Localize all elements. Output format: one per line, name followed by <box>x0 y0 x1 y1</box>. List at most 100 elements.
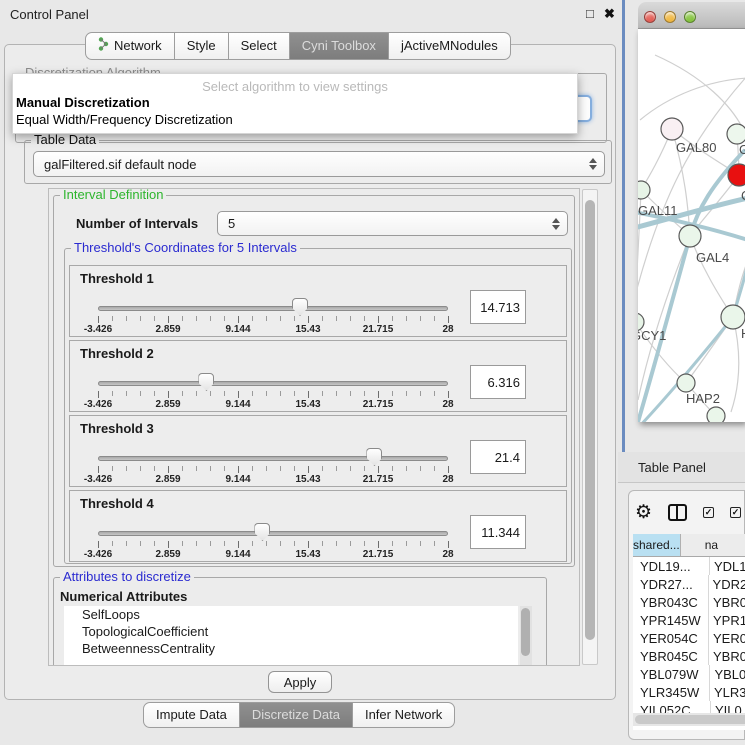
tab-label: jActiveMNodules <box>401 38 498 53</box>
threshold-slider-thumb[interactable] <box>292 298 308 316</box>
threshold-slider-track[interactable] <box>98 531 448 536</box>
network-node[interactable] <box>727 124 745 144</box>
apply-button[interactable]: Apply <box>268 671 332 693</box>
tab-label: Style <box>187 38 216 53</box>
table-column-header[interactable]: shared... <box>633 534 681 556</box>
slider-tick <box>238 466 239 473</box>
attributes-scrollbar[interactable] <box>520 606 532 666</box>
slider-tick <box>378 316 379 323</box>
thresholds-group-label: Threshold's Coordinates for 5 Intervals <box>71 240 300 255</box>
tab-network[interactable]: Network <box>85 32 175 60</box>
network-icon <box>98 37 109 54</box>
attribute-list-item[interactable]: BetweennessCentrality <box>64 640 518 657</box>
threshold-slider-track[interactable] <box>98 306 448 311</box>
tab-style[interactable]: Style <box>175 32 229 60</box>
slider-tick <box>196 466 197 471</box>
table-column-header[interactable]: na <box>681 534 745 556</box>
threshold-slider-thumb[interactable] <box>254 523 270 541</box>
table-row[interactable]: YPR145WYPR1 <box>633 611 745 629</box>
attribute-list-item[interactable]: TopologicalCoefficient <box>64 623 518 640</box>
slider-tick <box>378 541 379 548</box>
tab-cyni-toolbox[interactable]: Cyni Toolbox <box>290 32 389 60</box>
slider-tick <box>308 316 309 323</box>
threshold-box: Threshold 3-3.4262.8599.14415.4321.71528… <box>69 415 567 487</box>
table-row[interactable]: YLR345WYLR3 <box>633 683 745 701</box>
tab-infer-network[interactable]: Infer Network <box>353 702 455 728</box>
slider-tick <box>98 391 99 398</box>
threshold-slider-track[interactable] <box>98 456 448 461</box>
algorithm-option[interactable]: Equal Width/Frequency Discretization <box>13 111 577 128</box>
slider-tick <box>196 541 197 546</box>
table-row[interactable]: YDR27...YDR2 <box>633 575 745 593</box>
window-title: Control Panel <box>10 7 89 22</box>
tab-label: Impute Data <box>156 707 227 722</box>
table-panel: ⚙ ✓ ✓ shared...na YDL19...YDL1YDR27...YD… <box>628 490 745 740</box>
algorithm-options: Manual DiscretizationEqual Width/Frequen… <box>13 94 577 128</box>
thresholds-group: Threshold's Coordinates for 5 Intervals … <box>64 248 572 564</box>
float-icon[interactable]: □ <box>586 6 594 21</box>
network-node[interactable] <box>679 225 701 247</box>
slider-tick-label: 21.715 <box>363 474 394 485</box>
algorithm-option[interactable]: Manual Discretization <box>13 94 577 111</box>
slider-tick <box>392 541 393 546</box>
numerical-attributes-list[interactable]: SelfLoopsTopologicalCoefficientBetweenne… <box>64 606 518 666</box>
threshold-value-field[interactable]: 21.4 <box>470 440 526 474</box>
node-table: shared...na YDL19...YDL1YDR27...YDR2YBR0… <box>633 534 745 730</box>
number-of-intervals-combobox[interactable]: 5 <box>217 211 568 236</box>
threshold-value-field[interactable]: 14.713 <box>470 290 526 324</box>
network-node[interactable] <box>707 407 725 422</box>
slider-tick-label: -3.426 <box>84 399 112 410</box>
table-data-combobox[interactable]: galFiltered.sif default node <box>33 151 605 177</box>
network-window-titlebar <box>638 2 745 29</box>
table-horizontal-scrollbar[interactable] <box>633 713 745 726</box>
threshold-label: Threshold 2 <box>80 346 154 361</box>
table-row[interactable]: YBR045CYBR0 <box>633 647 745 665</box>
mac-close-button[interactable] <box>644 11 656 23</box>
network-node-label: HAP2 <box>686 391 720 406</box>
attribute-list-item[interactable]: SelfLoops <box>64 606 518 623</box>
tab-select[interactable]: Select <box>229 32 290 60</box>
tab-jactivemnodules[interactable]: jActiveMNodules <box>389 32 511 60</box>
slider-tick <box>420 466 421 471</box>
close-icon[interactable]: ✖ <box>604 6 615 22</box>
threshold-value-field[interactable]: 6.316 <box>470 365 526 399</box>
mac-zoom-button[interactable] <box>684 11 696 23</box>
checkbox-icon[interactable]: ✓ <box>703 507 714 518</box>
slider-tick <box>280 391 281 396</box>
table-row[interactable]: YBL079WYBL0 <box>633 665 745 683</box>
number-of-intervals-value: 5 <box>228 216 235 231</box>
checkbox-icon[interactable]: ✓ <box>730 507 741 518</box>
network-node-label: GAL80 <box>676 140 716 155</box>
network-view-canvas[interactable]: GAL80GACGAL11GAL4GCY1HAHAP2 <box>638 29 745 422</box>
slider-tick-label: 9.144 <box>225 474 250 485</box>
network-node[interactable] <box>661 118 683 140</box>
table-row[interactable]: YDL19...YDL1 <box>633 557 745 575</box>
table-row[interactable]: YBR043CYBR0 <box>633 593 745 611</box>
network-node[interactable] <box>728 164 745 186</box>
tab-discretize-data[interactable]: Discretize Data <box>240 702 353 728</box>
threshold-value-field[interactable]: 11.344 <box>470 515 526 549</box>
interval-definition-group: Interval Definition Number of Intervals … <box>53 195 575 567</box>
slider-tick-label: 2.859 <box>155 549 180 560</box>
network-node[interactable] <box>638 181 650 199</box>
table-row[interactable]: YER054CYER0 <box>633 629 745 647</box>
slider-tick-label: -3.426 <box>84 324 112 335</box>
settings-vertical-scrollbar[interactable] <box>582 189 598 665</box>
split-columns-icon[interactable] <box>668 504 687 521</box>
combo-arrows-icon <box>552 218 560 230</box>
threshold-slider-thumb[interactable] <box>198 373 214 391</box>
mac-minimize-button[interactable] <box>664 11 676 23</box>
gear-icon[interactable]: ⚙ <box>635 503 652 522</box>
slider-tick <box>112 391 113 396</box>
network-node-label: GAL11 <box>638 203 678 218</box>
settings-scroll-viewport: Interval Definition Number of Intervals … <box>48 188 580 666</box>
table-cell: YDR27... <box>633 575 709 593</box>
network-node[interactable] <box>677 374 695 392</box>
table-cell: YER054C <box>633 629 709 647</box>
threshold-slider-track[interactable] <box>98 381 448 386</box>
slider-tick <box>154 466 155 471</box>
slider-tick <box>196 316 197 321</box>
threshold-slider-thumb[interactable] <box>366 448 382 466</box>
tab-impute-data[interactable]: Impute Data <box>143 702 240 728</box>
network-edge <box>640 78 745 120</box>
